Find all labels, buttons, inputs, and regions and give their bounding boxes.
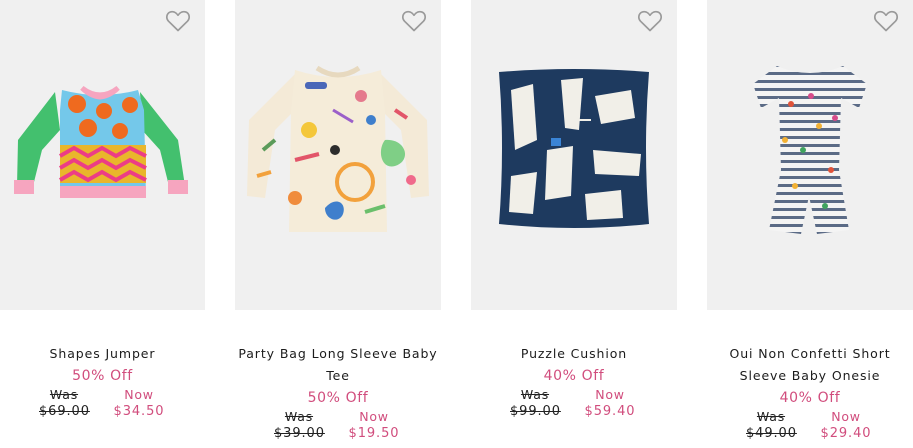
product-name[interactable]: Shapes Jumper: [0, 343, 205, 365]
was-price-group: Was $49.00: [746, 409, 796, 442]
product-card-confetti-onesie[interactable]: Oui Non Confetti Short Sleeve Baby Onesi…: [707, 0, 913, 448]
now-price-group: Now $19.50: [344, 409, 404, 442]
heart-outline-icon[interactable]: [873, 9, 899, 33]
was-price: $49.00: [746, 426, 797, 441]
product-name[interactable]: Oui Non Confetti Short Sleeve Baby Onesi…: [707, 343, 913, 387]
now-price: $19.50: [348, 426, 400, 441]
discount-label: 40% Off: [779, 390, 841, 406]
now-label: Now: [595, 387, 625, 402]
was-price: $99.00: [510, 404, 561, 419]
price-block: Was $69.00 Now $34.50: [0, 387, 205, 423]
was-label: Was: [520, 387, 550, 402]
discount-label: 50% Off: [72, 368, 133, 384]
now-label: Now: [124, 387, 154, 402]
product-info: Party Bag Long Sleeve Baby Tee 50% Off W…: [235, 343, 441, 445]
was-price-group: Was $99.00: [510, 387, 560, 420]
heart-outline-icon[interactable]: [401, 9, 427, 33]
was-price-group: Was $39.00: [274, 409, 324, 442]
product-info: Shapes Jumper 50% Off Was $69.00 Now $34…: [0, 343, 205, 423]
was-label: Was: [49, 387, 79, 402]
now-price: $59.40: [584, 404, 636, 419]
was-price: $39.00: [274, 426, 325, 441]
product-image-puzzle-cushion[interactable]: [471, 0, 677, 310]
product-info: Oui Non Confetti Short Sleeve Baby Onesi…: [707, 343, 913, 445]
product-image-confetti-onesie[interactable]: [707, 0, 913, 310]
product-name[interactable]: Puzzle Cushion: [471, 343, 677, 365]
heart-outline-icon[interactable]: [637, 9, 663, 33]
was-price-group: Was $69.00: [39, 387, 89, 420]
was-label: Was: [284, 409, 314, 424]
now-price: $34.50: [113, 404, 165, 419]
product-card-shapes-jumper[interactable]: Shapes Jumper 50% Off Was $69.00 Now $34…: [0, 0, 205, 448]
now-price-group: Now $59.40: [580, 387, 640, 420]
now-label: Now: [359, 409, 389, 424]
product-image-party-bag-tee[interactable]: [235, 0, 441, 310]
price-block: Was $39.00 Now $19.50: [235, 409, 441, 445]
product-info: Puzzle Cushion 40% Off Was $99.00 Now $5…: [471, 343, 677, 423]
now-label: Now: [831, 409, 861, 424]
now-price: $29.40: [820, 426, 872, 441]
now-price-group: Now $29.40: [816, 409, 876, 442]
product-card-puzzle-cushion[interactable]: Puzzle Cushion 40% Off Was $99.00 Now $5…: [471, 0, 677, 448]
was-price: $69.00: [39, 404, 90, 419]
product-card-party-bag-tee[interactable]: Party Bag Long Sleeve Baby Tee 50% Off W…: [235, 0, 441, 448]
discount-label: 40% Off: [543, 368, 605, 384]
heart-outline-icon[interactable]: [165, 9, 191, 33]
price-block: Was $49.00 Now $29.40: [707, 409, 913, 445]
product-image-shapes-jumper[interactable]: [0, 0, 205, 310]
discount-label: 50% Off: [307, 390, 369, 406]
now-price-group: Now $34.50: [109, 387, 169, 420]
price-block: Was $99.00 Now $59.40: [471, 387, 677, 423]
product-name[interactable]: Party Bag Long Sleeve Baby Tee: [235, 343, 441, 387]
was-label: Was: [756, 409, 786, 424]
